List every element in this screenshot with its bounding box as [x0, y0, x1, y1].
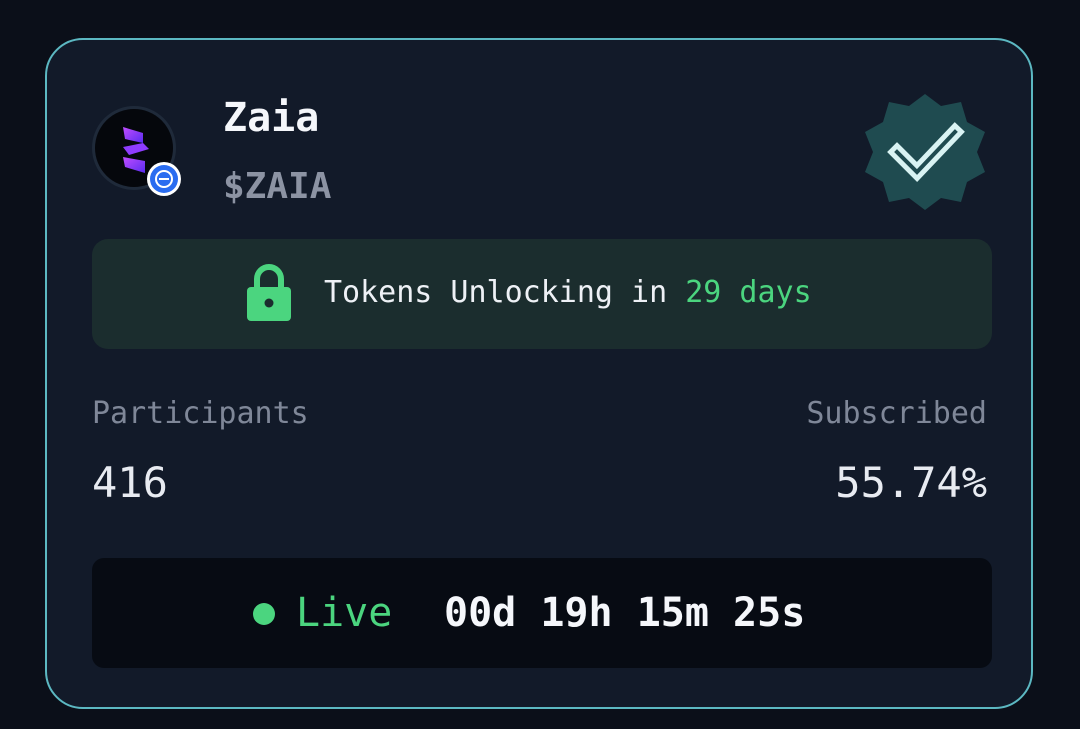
- unlock-text: Tokens Unlocking in 29 days: [324, 271, 812, 315]
- verified-badge-icon: [865, 94, 985, 210]
- countdown-hours: 19h: [540, 590, 613, 636]
- subscribed-label: Subscribed: [806, 396, 987, 431]
- countdown-days: 00d: [444, 590, 517, 636]
- lock-icon: [247, 264, 291, 321]
- countdown-timer: 00d 19h 15m 25s: [444, 586, 805, 640]
- countdown-seconds: 25s: [733, 590, 806, 636]
- live-label: Live: [296, 590, 393, 636]
- participants-label: Participants: [92, 396, 309, 431]
- unlock-days: 29 days: [685, 275, 812, 310]
- countdown-minutes: 15m: [636, 590, 709, 636]
- project-ticker: $ZAIA: [223, 166, 332, 207]
- project-card[interactable]: Zaia $ZAIA Tokens Unlocking in 29 days P…: [45, 38, 1033, 709]
- unlock-banner: Tokens Unlocking in 29 days: [92, 239, 992, 349]
- participants-value: 416: [92, 458, 168, 507]
- chain-badge-icon: [150, 165, 178, 193]
- subscribed-value: 55.74%: [835, 458, 987, 507]
- countdown-bar: Live 00d 19h 15m 25s: [92, 558, 992, 668]
- chain-badge: [147, 162, 181, 196]
- project-name: Zaia: [223, 95, 320, 141]
- unlock-prefix: Tokens Unlocking in: [324, 275, 686, 310]
- live-indicator-icon: [253, 603, 275, 625]
- zaia-logo-icon: [123, 127, 149, 173]
